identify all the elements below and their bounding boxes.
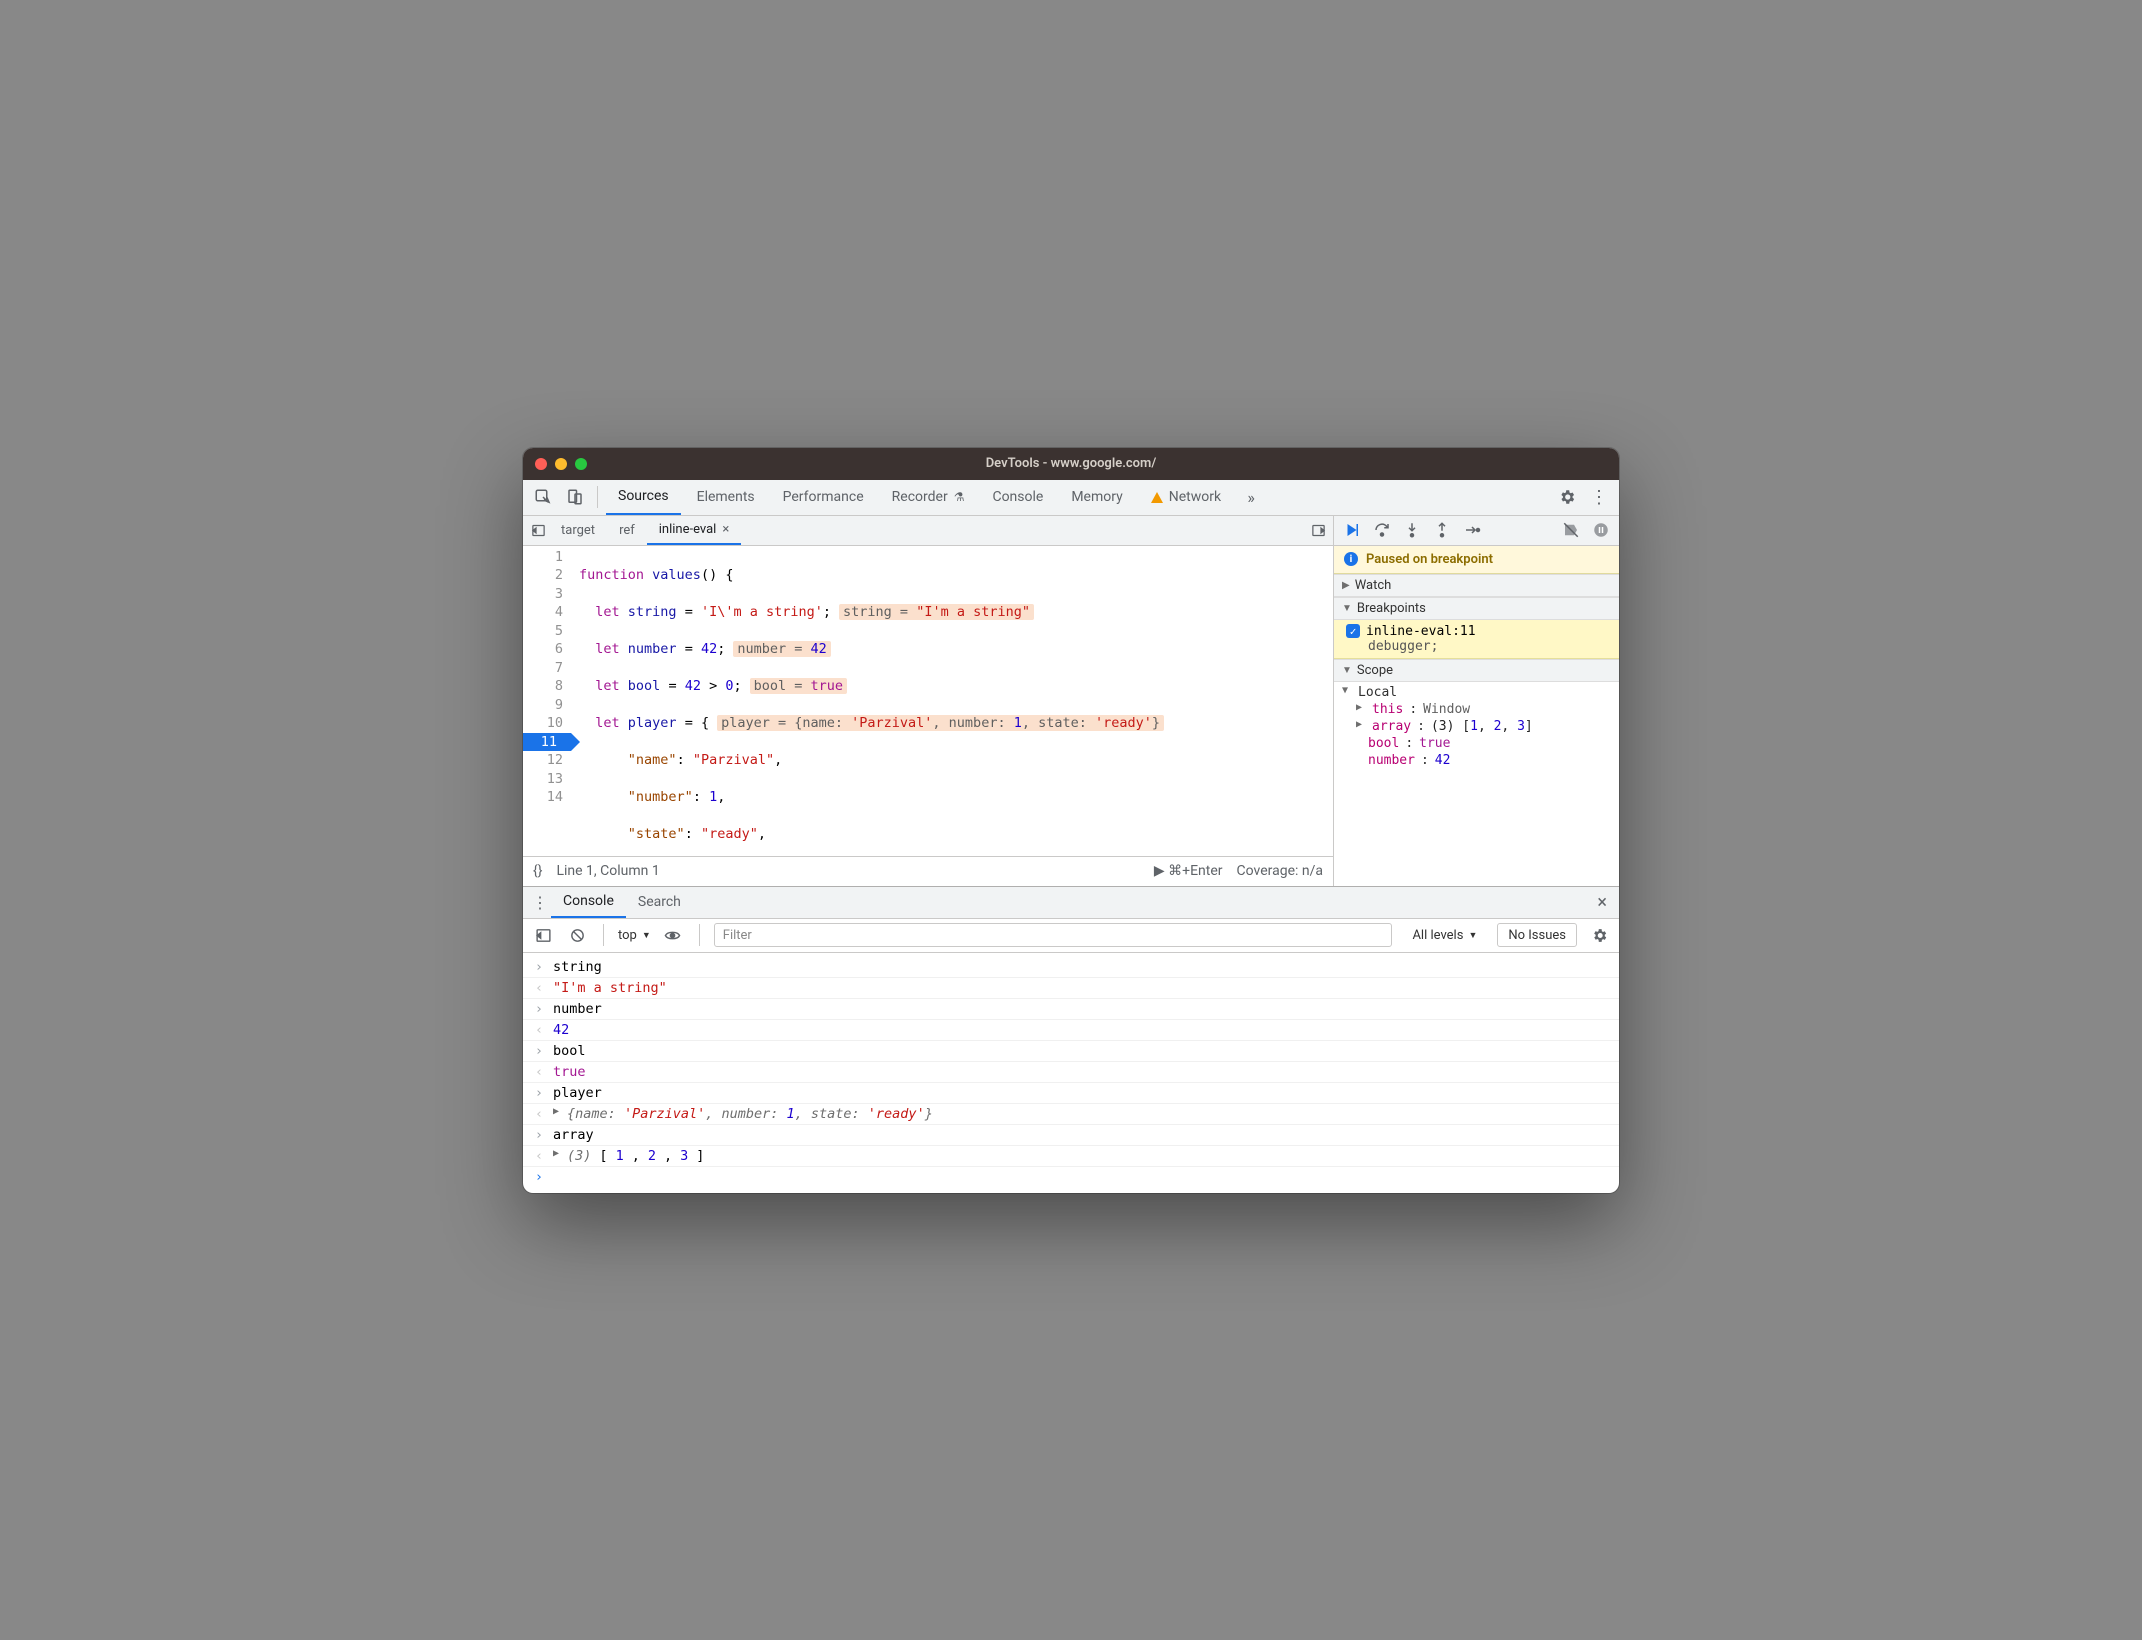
flask-icon: ⚗ (954, 490, 965, 504)
drawer-close-icon[interactable]: × (1591, 892, 1613, 913)
scope-body: ▼Local ▶this: Window ▶array: (3) [1, 2, … (1334, 682, 1619, 775)
run-snippet-button[interactable]: ▶ ⌘+Enter (1154, 863, 1223, 879)
file-tab-ref[interactable]: ref (607, 515, 647, 545)
step-out-button[interactable] (1430, 518, 1454, 542)
inline-hint: player = {name: 'Parzival', number: 1, s… (717, 715, 1164, 731)
console-toolbar: top ▼ Filter All levels ▼ No Issues (523, 919, 1619, 953)
step-over-button[interactable] (1370, 518, 1394, 542)
inline-hint: number = 42 (733, 641, 830, 657)
console-prompt[interactable]: › (523, 1167, 1619, 1187)
console-output-row: ›▶ {name: 'Parzival', number: 1, state: … (523, 1104, 1619, 1125)
drawer: ⋮ Console Search × top ▼ Filter All leve… (523, 886, 1619, 1193)
window-zoom-button[interactable] (575, 458, 587, 470)
scope-array[interactable]: ▶array: (3) [1, 2, 3] (1342, 718, 1619, 735)
kebab-menu-icon[interactable]: ⋮ (1585, 483, 1613, 511)
more-tabs-icon[interactable]: » (1237, 483, 1265, 511)
scope-number[interactable]: number: 42 (1342, 752, 1619, 769)
breakpoint-marker[interactable]: 11 (523, 733, 571, 752)
console-output-row: ›true (523, 1062, 1619, 1083)
source-editor[interactable]: 1234 5678 91011 121314 function values()… (523, 546, 1333, 856)
step-into-button[interactable] (1400, 518, 1424, 542)
console-output-row: ›"I'm a string" (523, 978, 1619, 999)
watch-section-header[interactable]: ▶Watch (1334, 574, 1619, 597)
inspect-element-icon[interactable] (529, 483, 557, 511)
deactivate-breakpoints-button[interactable] (1559, 518, 1583, 542)
window-close-button[interactable] (535, 458, 547, 470)
live-expression-icon[interactable] (661, 923, 685, 947)
code-body[interactable]: function values() { let string = 'I\'m a… (571, 546, 1333, 856)
scope-this[interactable]: ▶this: Window (1342, 701, 1619, 718)
resume-button[interactable] (1340, 518, 1364, 542)
console-output-row: ›▶ (3) [1, 2, 3] (523, 1146, 1619, 1167)
log-levels-selector[interactable]: All levels ▼ (1402, 923, 1487, 947)
paused-banner: i Paused on breakpoint (1334, 546, 1619, 574)
inline-hint: string = "I'm a string" (839, 604, 1034, 620)
navigator-toggle-icon[interactable] (527, 519, 549, 541)
scope-bool[interactable]: bool: true (1342, 735, 1619, 752)
console-body[interactable]: ›string ›"I'm a string" ›number ›42 ›boo… (523, 953, 1619, 1193)
tab-console[interactable]: Console (980, 479, 1055, 515)
breakpoint-checkbox[interactable]: ✓ (1346, 624, 1360, 638)
console-input-row: ›player (523, 1083, 1619, 1104)
debugger-toolbar (1334, 516, 1619, 546)
breakpoint-item[interactable]: ✓inline-eval:11 debugger; (1334, 620, 1619, 659)
devtools-window: DevTools - www.google.com/ Sources Eleme… (523, 448, 1619, 1193)
pause-on-exceptions-button[interactable] (1589, 518, 1613, 542)
scope-section-header[interactable]: ▼Scope (1334, 659, 1619, 682)
inline-hint: bool = true (750, 678, 847, 694)
console-settings-icon[interactable] (1587, 923, 1611, 947)
console-input-row: ›number (523, 999, 1619, 1020)
info-icon: i (1344, 552, 1358, 566)
file-tab-target[interactable]: target (549, 515, 607, 545)
tab-elements[interactable]: Elements (685, 479, 767, 515)
editor-statusbar: {} Line 1, Column 1 ▶ ⌘+Enter Coverage: … (523, 856, 1333, 886)
line-gutter[interactable]: 1234 5678 91011 121314 (523, 546, 571, 856)
cursor-position: Line 1, Column 1 (556, 863, 659, 879)
window-title: DevTools - www.google.com/ (523, 456, 1619, 471)
settings-gear-icon[interactable] (1553, 483, 1581, 511)
file-tab-inline-eval[interactable]: inline-eval× (647, 515, 742, 545)
tab-network[interactable]: Network (1139, 479, 1233, 515)
file-tab-strip: target ref inline-eval× (523, 516, 1333, 546)
window-minimize-button[interactable] (555, 458, 567, 470)
main-tab-strip: Sources Elements Performance Recorder⚗ C… (523, 480, 1619, 516)
drawer-tab-console[interactable]: Console (551, 886, 626, 918)
console-input-row: ›array (523, 1125, 1619, 1146)
console-input-row: ›bool (523, 1041, 1619, 1062)
warning-icon (1151, 492, 1163, 503)
clear-console-icon[interactable] (565, 923, 589, 947)
console-sidebar-icon[interactable] (531, 923, 555, 947)
titlebar: DevTools - www.google.com/ (523, 448, 1619, 480)
step-button[interactable] (1460, 518, 1484, 542)
breakpoints-section-header[interactable]: ▼Breakpoints (1334, 597, 1619, 620)
drawer-tab-strip: ⋮ Console Search × (523, 887, 1619, 919)
separator (597, 486, 598, 508)
pretty-print-icon[interactable]: {} (533, 863, 542, 879)
console-input-row: ›string (523, 957, 1619, 978)
tab-memory[interactable]: Memory (1059, 479, 1134, 515)
drawer-menu-icon[interactable]: ⋮ (529, 893, 551, 912)
console-filter-input[interactable]: Filter (714, 923, 1393, 947)
debugger-toggle-icon[interactable] (1307, 519, 1329, 541)
tab-sources[interactable]: Sources (606, 479, 681, 515)
issues-button[interactable]: No Issues (1497, 923, 1577, 947)
debugger-sidebar: i Paused on breakpoint ▶Watch ▼Breakpoin… (1333, 516, 1619, 886)
console-output-row: ›42 (523, 1020, 1619, 1041)
drawer-tab-search[interactable]: Search (626, 886, 693, 918)
tab-performance[interactable]: Performance (771, 479, 876, 515)
context-selector[interactable]: top ▼ (618, 923, 651, 947)
scope-local[interactable]: ▼Local (1342, 684, 1619, 701)
traffic-lights (535, 458, 587, 470)
close-tab-icon[interactable]: × (722, 522, 729, 537)
device-toolbar-icon[interactable] (561, 483, 589, 511)
tab-recorder[interactable]: Recorder⚗ (880, 479, 977, 515)
coverage-label: Coverage: n/a (1237, 863, 1323, 879)
